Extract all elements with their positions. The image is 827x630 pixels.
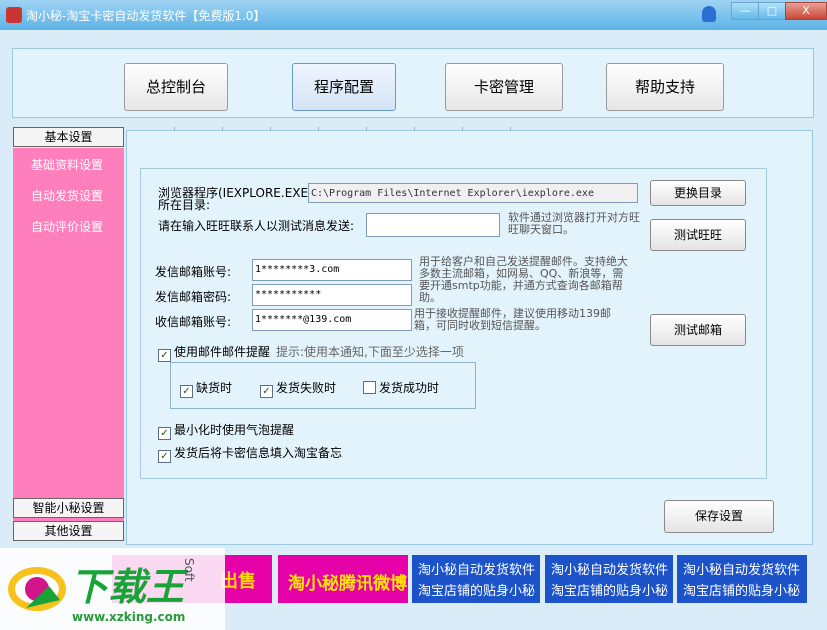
sidebar-item-auto-ship[interactable]: 自动发货设置 <box>31 187 103 204</box>
opt-out-of-stock-checkbox[interactable]: ✓ 缺货时 <box>180 379 232 398</box>
banner-weibo[interactable]: 淘小秘腾讯微博 <box>278 555 408 603</box>
opt-ship-fail-label: 发货失败时 <box>276 381 337 395</box>
fill-memo-checkbox[interactable]: ✓ 发货后将卡密信息填入淘宝备忘 <box>158 444 342 463</box>
close-button[interactable]: X <box>785 2 827 20</box>
opt-ship-fail-checkbox[interactable]: ✓ 发货失败时 <box>260 379 336 398</box>
use-email-label: 使用邮件邮件提醒 <box>174 345 271 359</box>
watermark-logo-text: 下载王 <box>70 565 185 609</box>
banner-promo-1-line2: 淘宝店铺的贴身小秘 <box>418 584 536 599</box>
app-logo-icon <box>6 7 22 23</box>
banner-weibo-text: 淘小秘腾讯微博 <box>288 574 407 594</box>
test-email-button[interactable]: 测试邮箱 <box>650 314 746 346</box>
sidebar-section-assistant[interactable]: 智能小秘设置 <box>13 498 124 518</box>
sidebar-item-auto-review[interactable]: 自动评价设置 <box>31 218 103 235</box>
checkbox-check-icon: ✓ <box>158 450 171 463</box>
send-email-input[interactable]: 1********3.com <box>252 259 412 281</box>
browser-label-dir: 所在目录: <box>158 198 211 212</box>
opt-out-of-stock-label: 缺货时 <box>196 381 233 395</box>
recv-email-input[interactable]: 1*******@139.com <box>252 309 412 331</box>
minimize-bubble-label: 最小化时使用气泡提醒 <box>174 423 295 437</box>
nav-help-button[interactable]: 帮助支持 <box>606 63 724 111</box>
nav-config-button[interactable]: 程序配置 <box>292 63 396 111</box>
banner-promo-3[interactable]: 淘小秘自动发货软件 淘宝店铺的贴身小秘 <box>677 555 807 603</box>
minimize-button[interactable]: — <box>731 2 759 20</box>
banner-promo-3-line2: 淘宝店铺的贴身小秘 <box>683 584 801 599</box>
wangwang-input[interactable] <box>366 213 500 237</box>
tray-icon[interactable] <box>702 6 716 22</box>
window-title: 淘小秘-淘宝卡密自动发货软件【免费版1.0】 <box>26 9 266 23</box>
watermark-url: www.xzking.com <box>72 610 186 624</box>
sidebar-section-other[interactable]: 其他设置 <box>13 521 124 541</box>
opt-ship-success-label: 发货成功时 <box>379 381 440 395</box>
use-email-checkbox[interactable]: ✓ 使用邮件邮件提醒 提示:使用本通知,下面至少选择一项 <box>158 343 464 362</box>
send-email-note: 用于给客户和自己发送提醒邮件。支持绝大多数主流邮箱，如网易、QQ、新浪等，需要开… <box>419 255 628 304</box>
banner-promo-2[interactable]: 淘小秘自动发货软件 淘宝店铺的贴身小秘 <box>545 555 673 603</box>
recv-email-label: 收信邮箱账号: <box>155 315 232 329</box>
sidebar-section-basic[interactable]: 基本设置 <box>13 127 124 147</box>
recv-email-note: 用于接收提醒邮件，建议使用移动139邮箱，可同时收到短信提醒。 <box>414 307 611 332</box>
download-king-logo-icon <box>8 567 66 611</box>
banner-promo-2-line1: 淘小秘自动发货软件 <box>551 563 669 578</box>
nav-card-manage-button[interactable]: 卡密管理 <box>445 63 563 111</box>
banner-promo-1-line1: 淘小秘自动发货软件 <box>418 563 536 578</box>
checkbox-check-icon: ✓ <box>158 349 171 362</box>
banner-sale-text: 出售 <box>220 571 256 592</box>
change-dir-button[interactable]: 更换目录 <box>650 180 746 206</box>
banner-promo-2-line2: 淘宝店铺的贴身小秘 <box>551 584 669 599</box>
save-settings-button[interactable]: 保存设置 <box>664 500 774 533</box>
send-pwd-label: 发信邮箱密码: <box>155 290 232 304</box>
send-email-label: 发信邮箱账号: <box>155 265 232 279</box>
sidebar-item-basic-info[interactable]: 基础资料设置 <box>31 156 103 173</box>
title-bar[interactable]: 淘小秘-淘宝卡密自动发货软件【免费版1.0】 — □ X <box>0 0 827 30</box>
top-nav: 总控制台 程序配置 卡密管理 帮助支持 <box>12 48 814 118</box>
banner-promo-3-line1: 淘小秘自动发货软件 <box>683 563 801 578</box>
fill-memo-label: 发货后将卡密信息填入淘宝备忘 <box>174 446 343 460</box>
banner-promo-1[interactable]: 淘小秘自动发货软件 淘宝店铺的贴身小秘 <box>412 555 540 603</box>
wangwang-note: 软件通过浏览器打开对方旺旺聊天窗口。 <box>508 211 640 236</box>
test-wangwang-button[interactable]: 测试旺旺 <box>650 219 746 251</box>
browser-path-field[interactable]: C:\Program Files\Internet Explorer\iexpl… <box>308 183 638 203</box>
checkbox-empty-icon <box>363 381 376 394</box>
send-pwd-input[interactable]: *********** <box>252 284 412 306</box>
use-email-hint: 提示:使用本通知,下面至少选择一项 <box>276 345 464 359</box>
minimize-bubble-checkbox[interactable]: ✓ 最小化时使用气泡提醒 <box>158 421 294 440</box>
wangwang-label: 请在输入旺旺联系人以测试消息发送: <box>158 219 355 233</box>
app-window: 淘小秘-淘宝卡密自动发货软件【免费版1.0】 — □ X 总控制台 程序配置 卡… <box>0 0 827 630</box>
sidebar: 基本设置 基础资料设置 自动发货设置 自动评价设置 智能小秘设置 其他设置 <box>13 127 124 544</box>
checkbox-check-icon: ✓ <box>260 385 273 398</box>
checkbox-check-icon: ✓ <box>158 427 171 440</box>
sidebar-panel: 基础资料设置 自动发货设置 自动评价设置 <box>13 148 124 522</box>
nav-console-button[interactable]: 总控制台 <box>124 63 228 111</box>
watermark-soft: Soft <box>182 558 196 582</box>
watermark-logo: 下载王 Soft www.xzking.com <box>0 548 225 630</box>
checkbox-check-icon: ✓ <box>180 385 193 398</box>
opt-ship-success-checkbox[interactable]: 发货成功时 <box>363 379 439 396</box>
maximize-button[interactable]: □ <box>758 2 786 20</box>
